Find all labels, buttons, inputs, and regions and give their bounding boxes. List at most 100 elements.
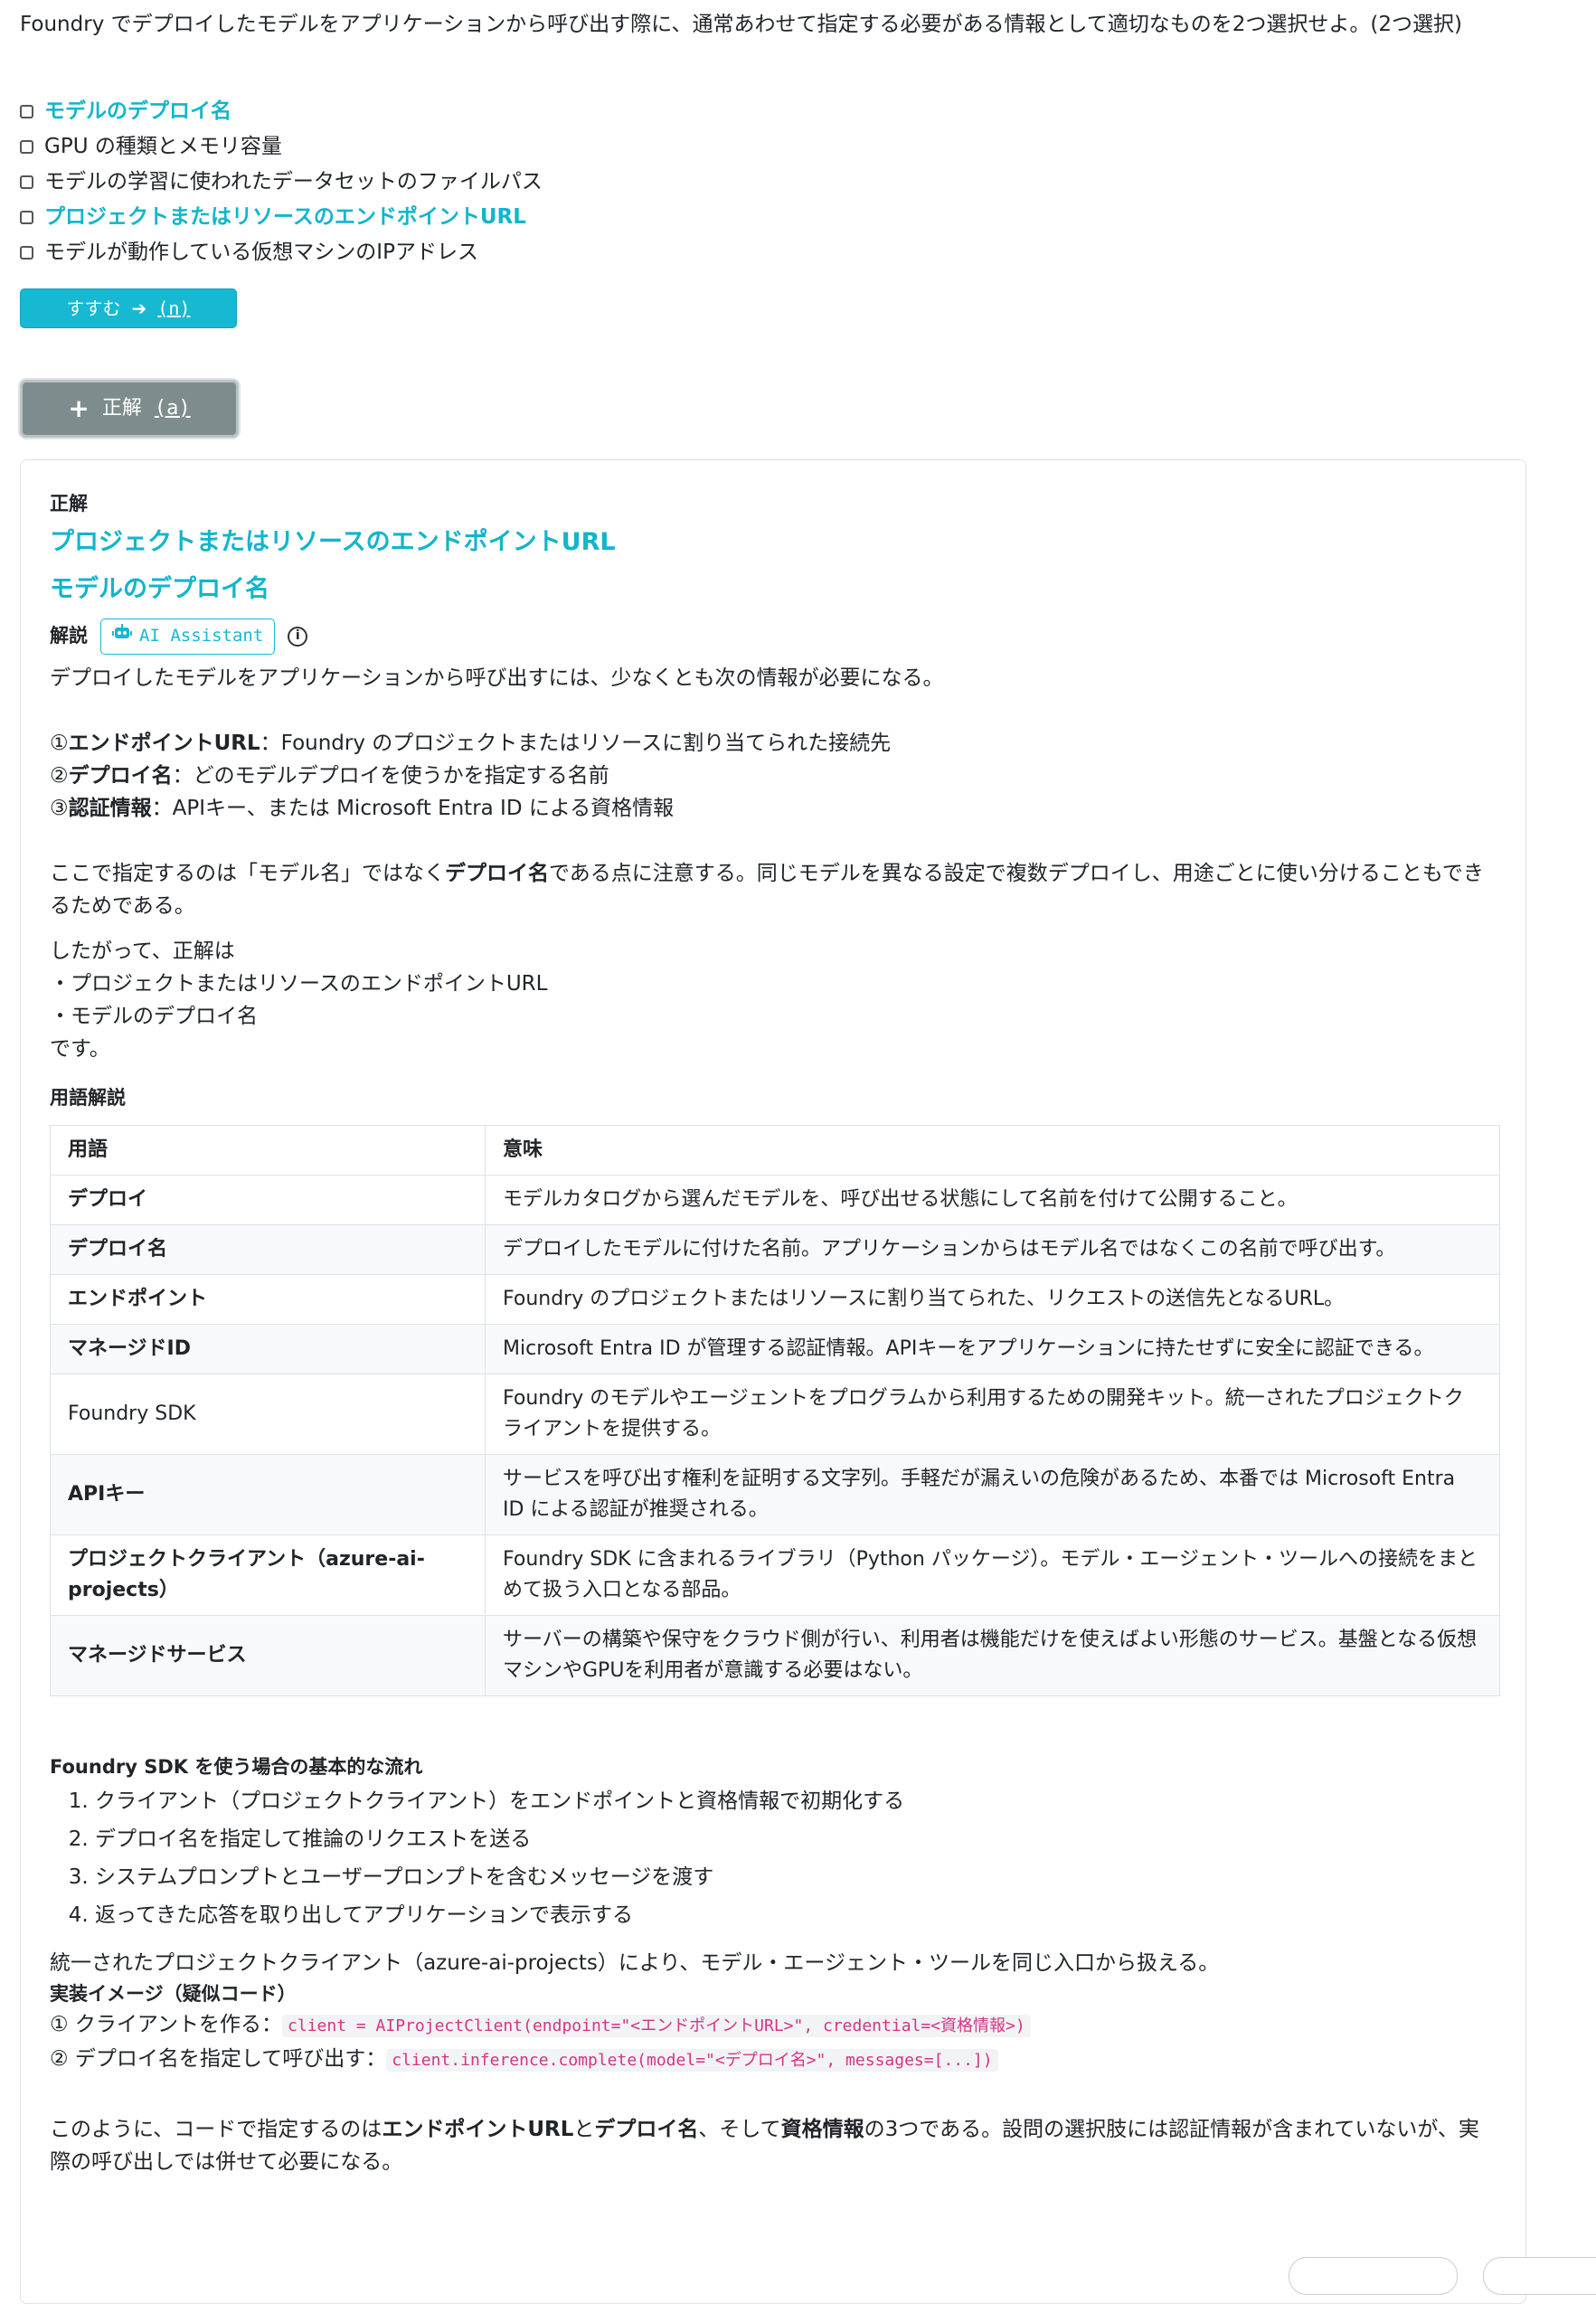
requirement-text: ：APIキー、または Microsoft Entra ID による資格情報 [151,796,675,820]
table-row: APIキー サービスを呼び出す権利を証明する文字列。手軽だが漏えいの危険があるため… [50,1454,1500,1536]
implementation-heading: 実装イメージ（疑似コード） [50,1982,297,2005]
requirement-term: エンドポイントURL [68,731,260,755]
choice-checkbox[interactable] [20,211,33,224]
choice-label: GPU の種類とメモリ容量 [44,134,282,158]
requirement-number: ② [50,763,69,788]
closing-emphasis: デプロイ名 [594,2118,699,2142]
list-item: デプロイ名を指定して推論のリクエストを送る [95,1820,1497,1858]
glossary-term: マネージドサービス [50,1615,486,1697]
arrow-right-icon: ➔ [131,297,147,319]
info-icon[interactable]: i [288,626,308,647]
flow-summary: 統一されたプロジェクトクライアント（azure-ai-projects）により、… [50,1950,1220,1975]
explanation-intro: デプロイしたモデルをアプリケーションから呼び出すには、少なくとも次の情報が必要に… [50,666,944,690]
closing-text: このように、コードで指定するのは [50,2118,382,2142]
requirement-term: 認証情報 [68,796,152,820]
closing-emphasis: 資格情報 [780,2118,864,2142]
glossary-term: APIキー [50,1454,486,1536]
glossary-term: デプロイ [50,1175,486,1226]
glossary-meaning: デプロイしたモデルに付けた名前。アプリケーションからはモデル名ではなくこの名前で… [485,1224,1500,1276]
requirement-item: ③認証情報：APIキー、または Microsoft Entra ID による資格… [50,792,1497,825]
choice-checkbox[interactable] [20,175,33,189]
conclusion-line: です。 [50,1036,110,1061]
conclusion-line: ・モデルのデプロイ名 [50,1004,258,1028]
show-answer-label: 正解 [101,396,142,420]
code-line: ② デプロイ名を指定して呼び出す： client.inference.comple… [50,2043,1497,2077]
floating-button[interactable] [1289,2257,1458,2295]
code-line-label: ① クライアントを作る： [50,2013,283,2037]
glossary-meaning: サービスを呼び出す権利を証明する文字列。手軽だが漏えいの危険があるため、本番では… [485,1454,1500,1536]
closing-emphasis: エンドポイントURL [382,2118,574,2142]
choice-2[interactable]: GPU の種類とメモリ容量 [20,129,543,165]
requirement-item: ②デプロイ名：どのモデルデプロイを使うかを指定する名前 [50,760,1497,792]
closing-text: 、そして [698,2118,781,2142]
conclusion: したがって、正解は ・プロジェクトまたはリソースのエンドポイントURL ・モデル… [50,935,1497,1065]
table-row: デプロイ名 デプロイしたモデルに付けた名前。アプリケーションからはモデル名ではなく… [50,1224,1500,1276]
glossary-term: デプロイ名 [50,1224,486,1276]
glossary-term: プロジェクトクライアント（azure-ai-projects） [50,1534,486,1617]
next-shortcut-key: (n) [157,297,191,319]
requirement-number: ③ [50,796,69,820]
choice-label: プロジェクトまたはリソースのエンドポイントURL [44,204,526,229]
choice-label: モデルの学習に使われたデータセットのファイルパス [44,169,543,194]
table-row: Foundry SDK Foundry のモデルやエージェントをプログラムから利用… [50,1374,1500,1456]
glossary-heading: 用語解説 [50,1086,126,1109]
conclusion-line: ・プロジェクトまたはリソースのエンドポイントURL [50,971,548,996]
code-line-label: ② デプロイ名を指定して呼び出す： [50,2047,387,2072]
choice-checkbox[interactable] [20,246,33,260]
table-row: マネージドID Microsoft Entra ID が管理する認証情報。APIキ… [50,1324,1500,1375]
code-line: ① クライアントを作る： client = AIProjectClient(end… [50,2008,1497,2043]
table-row: デプロイ モデルカタログから選んだモデルを、呼び出せる状態にして名前を付けて公開す… [50,1175,1500,1226]
table-header-row: 用語 意味 [50,1125,1500,1176]
answer-item: プロジェクトまたはリソースのエンドポイントURL [50,527,616,556]
choice-5[interactable]: モデルが動作している仮想マシンのIPアドレス [20,235,543,270]
show-answer-button[interactable]: + 正解 (a) [20,380,239,438]
glossary-meaning: Foundry のプロジェクトまたはリソースに割り当てられた、リクエストの送信先… [485,1274,1500,1326]
choice-label: モデルのデプロイ名 [44,99,231,123]
explanation-heading: 解説 [50,625,88,647]
choice-checkbox[interactable] [20,105,33,118]
closing-paragraph: このように、コードで指定するのはエンドポイントURLとデプロイ名、そして資格情報… [50,2113,1497,2178]
floating-button[interactable] [1483,2257,1596,2295]
table-row: マネージドサービス サーバーの構築や保守をクラウド側が行い、利用者は機能だけを使え… [50,1615,1500,1697]
answer-item: モデルのデプロイ名 [50,574,269,603]
code-snippet: client.inference.complete(model="<デプロイ名>… [386,2049,998,2073]
list-item: クライアント（プロジェクトクライアント）をエンドポイントと資格情報で初期化する [95,1782,1497,1820]
list-item: 返ってきた応答を取り出してアプリケーションで表示する [95,1896,1497,1934]
code-snippet: client = AIProjectClient(endpoint="<エンドポ… [282,2015,1031,2038]
robot-icon [112,623,132,649]
answer-heading: 正解 [50,493,88,515]
ai-assistant-label: AI Assistant [139,625,264,646]
explanation-header: 解説 AI Assistant i [50,618,1497,655]
glossary-meaning: サーバーの構築や保守をクラウド側が行い、利用者は機能だけを使えばよい形態のサービ… [485,1615,1500,1697]
table-row: エンドポイント Foundry のプロジェクトまたはリソースに割り当てられた、リク… [50,1274,1500,1326]
requirement-number: ① [50,731,69,755]
requirement-text: ：Foundry のプロジェクトまたはリソースに割り当てられた接続先 [260,731,892,755]
glossary-meaning: モデルカタログから選んだモデルを、呼び出せる状態にして名前を付けて公開すること。 [485,1175,1500,1226]
next-button[interactable]: すすむ ➔ (n) [20,288,237,328]
choice-4[interactable]: プロジェクトまたはリソースのエンドポイントURL [20,200,543,235]
glossary-meaning: Microsoft Entra ID が管理する認証情報。APIキーをアプリケー… [485,1324,1500,1375]
glossary-meaning: Foundry SDK に含まれるライブラリ（Python パッケージ）。モデル… [485,1534,1500,1617]
glossary-table: 用語 意味 デプロイ モデルカタログから選んだモデルを、呼び出せる状態にして名前を… [50,1125,1500,1697]
glossary-term: マネージドID [50,1324,486,1375]
choice-1[interactable]: モデルのデプロイ名 [20,94,543,129]
column-header: 用語 [50,1125,486,1176]
choice-3[interactable]: モデルの学習に使われたデータセットのファイルパス [20,165,543,200]
ai-assistant-button[interactable]: AI Assistant [100,618,276,655]
glossary-term: Foundry SDK [50,1374,486,1456]
next-button-label: すすむ [66,297,121,319]
question-text: Foundry でデプロイしたモデルをアプリケーションから呼び出す際に、通常あわ… [20,13,1462,36]
glossary-term: エンドポイント [50,1274,486,1326]
note-text: ここで指定するのは「モデル名」ではなく [50,861,445,885]
flow-steps: クライアント（プロジェクトクライアント）をエンドポイントと資格情報で初期化する … [50,1782,1497,1934]
requirement-term: デプロイ名 [68,763,173,788]
note-emphasis: デプロイ名 [445,861,549,885]
flow-heading: Foundry SDK を使う場合の基本的な流れ [50,1756,423,1779]
plus-icon: + [68,393,90,424]
closing-text: と [573,2118,595,2142]
column-header: 意味 [485,1125,1500,1176]
answer-panel: 正解 プロジェクトまたはリソースのエンドポイントURL モデルのデプロイ名 解説… [20,459,1526,2304]
requirement-text: ：どのモデルデプロイを使うかを指定する名前 [172,763,609,788]
explanation-note: ここで指定するのは「モデル名」ではなくデプロイ名である点に注意する。同じモデルを… [50,857,1497,922]
choice-checkbox[interactable] [20,140,33,154]
